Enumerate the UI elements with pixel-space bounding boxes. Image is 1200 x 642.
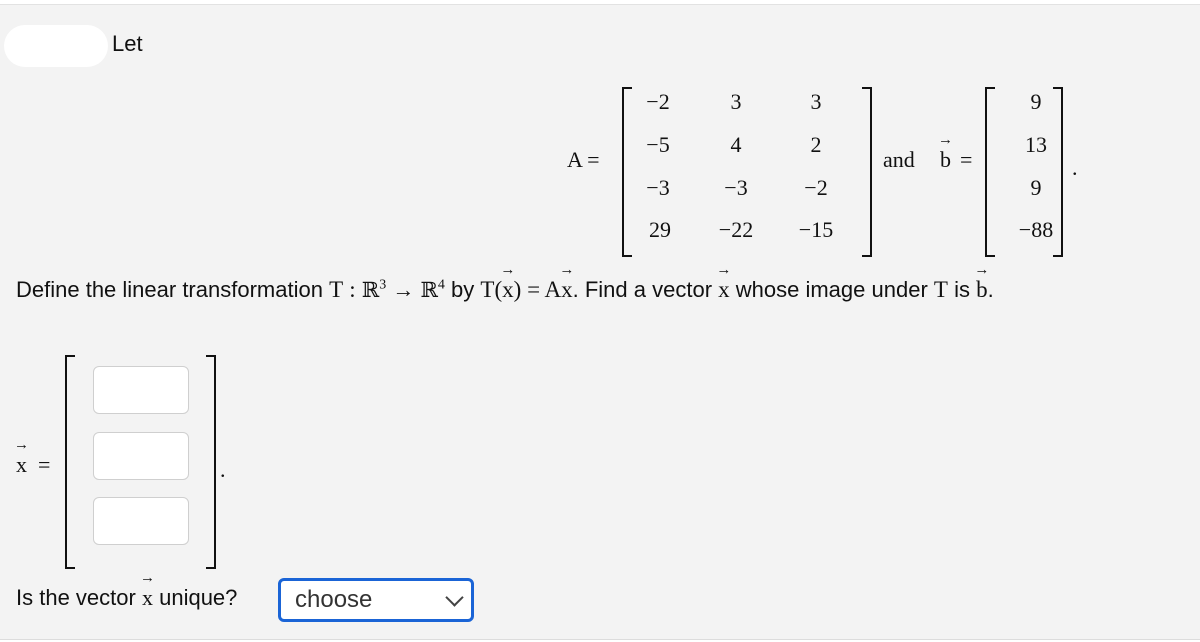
answer-left-bracket — [65, 355, 75, 569]
vector-x: x — [718, 277, 730, 303]
vector-b-cell: −88 — [1018, 217, 1054, 242]
question-panel: Let A = −2 3 3 −5 4 2 −3 −3 −2 29 −22 −1… — [0, 4, 1200, 640]
vector-x: x — [142, 585, 153, 611]
vector-b-label: b — [940, 147, 951, 173]
expr-part: = A — [527, 277, 562, 302]
symbol-colon: : — [349, 277, 356, 302]
chevron-down-icon — [445, 588, 464, 607]
matrix-a-right-bracket — [862, 87, 872, 257]
answer-input-2[interactable] — [93, 432, 189, 480]
problem-text: is — [954, 277, 970, 302]
matrix-a-cell: 29 — [649, 217, 671, 242]
arrow-symbol: → — [392, 277, 415, 302]
problem-text: by — [451, 277, 475, 302]
matrix-a-cell: 2 — [810, 132, 822, 157]
matrix-a-cell: 3 — [810, 89, 822, 114]
matrix-a-cell: 4 — [730, 132, 742, 157]
problem-text: Define the linear transformation — [16, 277, 323, 302]
matrix-a-cell: −15 — [798, 217, 834, 242]
uniqueness-select[interactable]: choose — [278, 578, 474, 622]
matrix-a-cell: −2 — [804, 175, 828, 200]
question-text: Is the vector — [16, 585, 136, 610]
answer-period: . — [220, 457, 226, 482]
vector-b-period: . — [1072, 155, 1078, 180]
vector-b-left-bracket — [985, 87, 995, 257]
matrix-a-cell: −22 — [718, 217, 754, 242]
vector-b: b — [976, 277, 988, 303]
uniqueness-question: Is the vector x unique? — [16, 585, 237, 611]
vector-b-equals: = — [960, 147, 973, 172]
vector-b-cell: 13 — [1025, 132, 1047, 157]
transform-expression: T(x) = Ax — [480, 277, 572, 302]
problem-text: whose image under — [735, 277, 928, 302]
matrix-a-cell: −5 — [646, 132, 670, 157]
answer-input-1[interactable] — [93, 366, 189, 414]
problem-text: . Find a vector — [572, 277, 713, 302]
answer-input-3[interactable] — [93, 497, 189, 545]
question-text: unique? — [159, 585, 238, 610]
matrix-a-cell: −3 — [724, 175, 748, 200]
answer-equals: = — [38, 452, 51, 477]
symbol-reals: ℝ — [361, 278, 380, 302]
answer-right-bracket — [206, 355, 216, 569]
vector-b-cell: 9 — [1030, 175, 1042, 200]
domain-dimension: 3 — [379, 277, 387, 293]
matrix-a-cell: 3 — [730, 89, 742, 114]
problem-statement: Define the linear transformation T : ℝ3 … — [16, 277, 994, 303]
symbol-T: T — [329, 277, 344, 302]
matrix-a: A = −2 3 3 −5 4 2 −3 −3 −2 29 −22 −15 an… — [0, 5, 1200, 265]
matrix-a-cell: −3 — [646, 175, 670, 200]
vector-b-cell: 9 — [1030, 89, 1042, 114]
symbol-T: T — [933, 277, 948, 302]
matrix-a-label: A = — [567, 147, 600, 172]
answer-x-label: x — [16, 452, 27, 478]
select-value: choose — [295, 586, 373, 613]
problem-text: . — [987, 277, 994, 302]
expr-part: T( — [480, 277, 503, 302]
vector-x: x — [561, 277, 573, 303]
symbol-reals: ℝ — [420, 278, 438, 302]
connector-and: and — [883, 147, 915, 172]
codomain-dimension: 4 — [437, 277, 445, 293]
expr-part: ) — [513, 277, 522, 302]
vector-x: x — [502, 277, 514, 303]
matrix-a-cell: −2 — [646, 89, 670, 114]
